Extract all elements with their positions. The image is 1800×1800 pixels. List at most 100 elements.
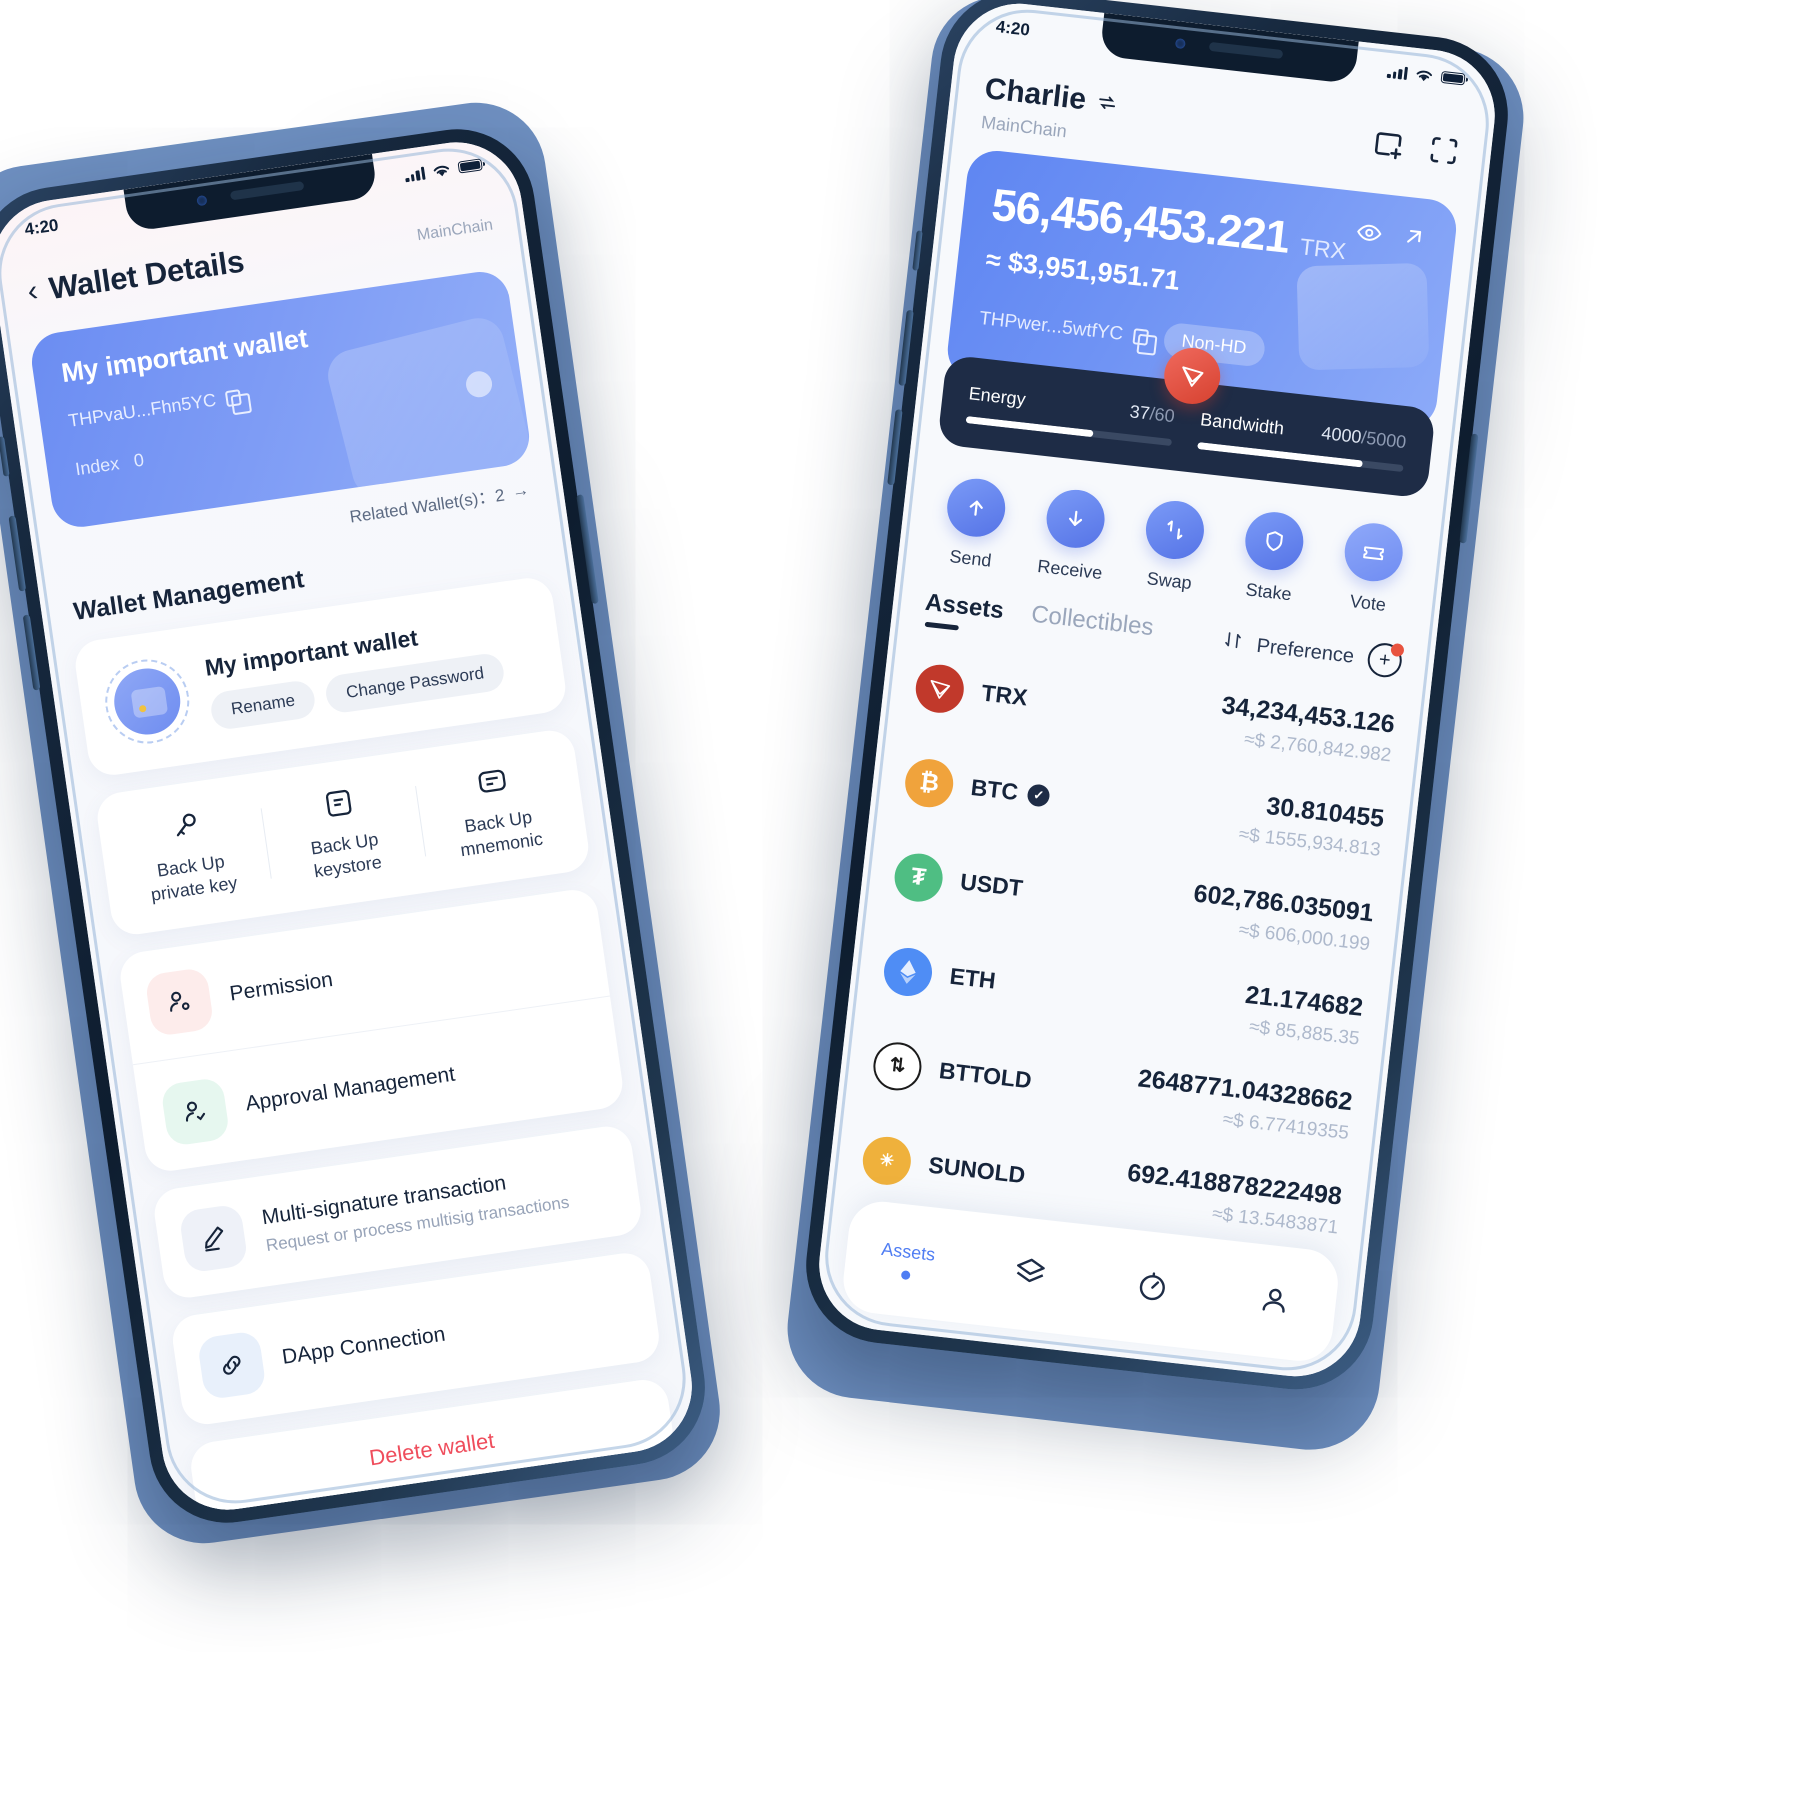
asset-symbol-text: USDT — [959, 868, 1025, 902]
tabbar-item-explore[interactable] — [1089, 1262, 1216, 1314]
energy-resource[interactable]: Energy 37/60 — [965, 383, 1176, 447]
tabbar-item-layers[interactable] — [966, 1248, 1093, 1300]
asset-values: 30.810455 ≈$ 1555,934.813 — [1238, 789, 1386, 862]
battery-icon — [1440, 70, 1466, 86]
balance-unit: TRX — [1298, 233, 1348, 265]
multisig-text: Multi-signature transaction Request or p… — [260, 1163, 570, 1256]
verified-badge-icon: ✓ — [1026, 782, 1052, 808]
account-name: Charlie — [983, 72, 1088, 117]
swap-action[interactable]: Swap — [1118, 496, 1228, 598]
account-block[interactable]: Charlie MainChain — [980, 72, 1120, 148]
rename-button[interactable]: Rename — [208, 678, 318, 731]
asset-symbol-text: TRX — [980, 679, 1029, 711]
asset-symbol: BTC ✓ — [969, 773, 1052, 810]
avatar-ring — [99, 653, 195, 750]
scan-qr-icon[interactable] — [1425, 132, 1463, 170]
bittorrent-icon: ⇅ — [870, 1039, 925, 1093]
bitcoin-icon: ₿ — [902, 756, 956, 810]
energy-max: 60 — [1153, 404, 1176, 427]
add-token-icon[interactable]: + — [1365, 641, 1405, 679]
wallet-index-value: 0 — [132, 449, 146, 471]
asset-symbol-text: BTC — [969, 773, 1020, 806]
copy-icon[interactable] — [1132, 327, 1149, 346]
sort-arrows-icon[interactable] — [1221, 629, 1244, 657]
bandwidth-max: 5000 — [1365, 427, 1408, 453]
asset-list: TRX 34,234,453.126 ≈$ 2,760,842.982 ₿ BT… — [826, 625, 1431, 1262]
related-wallets-label: Related Wallet(s)：2 — [348, 485, 506, 527]
earpiece-speaker — [230, 180, 305, 201]
phone-right-device: 4:20 Charlie MainChain 56,456,453.221 TR… — [797, 0, 1517, 1398]
wallet-address: THPvaU...Fhn5YC — [66, 389, 218, 431]
avatar — [109, 664, 185, 739]
backup-private-key-button[interactable]: Back Up private key — [105, 795, 272, 911]
wifi-icon — [433, 165, 449, 176]
bandwidth-resource[interactable]: Bandwidth 4000/5000 — [1197, 409, 1408, 473]
shield-icon — [1242, 509, 1307, 574]
signal-icon — [404, 166, 426, 182]
send-action[interactable]: Send — [920, 473, 1030, 575]
backup-private-key-label: Back Up private key — [149, 851, 239, 905]
preference-label[interactable]: Preference — [1255, 634, 1356, 668]
vote-label: Vote — [1348, 591, 1388, 615]
backup-mnemonic-button[interactable]: Back Up mnemonic — [413, 750, 580, 866]
tabbar-item-profile[interactable] — [1211, 1276, 1338, 1328]
add-wallet-icon[interactable] — [1369, 126, 1407, 164]
status-indicators — [404, 157, 483, 183]
chevron-left-icon[interactable]: ‹ — [25, 274, 40, 308]
keystore-file-icon — [265, 773, 413, 833]
vote-action[interactable]: Vote — [1317, 518, 1427, 620]
phone-left-screen-container: 4:20 ‹ Wallet Details MainChain My impor… — [0, 133, 701, 1519]
copy-icon[interactable] — [224, 388, 242, 407]
permission-user-icon — [144, 966, 215, 1038]
asset-values: 602,786.035091 ≈$ 606,000.199 — [1189, 879, 1375, 956]
front-camera-icon — [196, 194, 208, 206]
tron-logo-icon — [913, 661, 967, 715]
tabbar-assets-label: Assets — [880, 1238, 937, 1265]
stake-label: Stake — [1244, 579, 1293, 605]
wallet-illustration — [1296, 262, 1430, 371]
asset-symbol-text: ETH — [948, 962, 998, 994]
active-indicator-dot — [900, 1270, 911, 1281]
switch-account-icon[interactable] — [1095, 91, 1119, 115]
receive-action[interactable]: Receive — [1019, 484, 1129, 586]
ethereum-icon — [881, 944, 935, 999]
asset-symbol-text: SUNOLD — [927, 1151, 1027, 1189]
front-camera-icon — [1174, 37, 1186, 49]
asset-symbol: USDT — [959, 868, 1024, 902]
wallet-identity-text: My important wallet Rename Change Passwo… — [203, 612, 507, 731]
header-icons — [1369, 116, 1463, 170]
tab-assets[interactable]: Assets — [922, 589, 1005, 638]
arrow-up-icon — [944, 475, 1009, 540]
signal-icon — [1386, 64, 1409, 80]
mnemonic-list-icon — [419, 751, 567, 811]
backup-mnemonic-label: Back Up mnemonic — [458, 806, 545, 860]
delete-wallet-button[interactable]: Delete wallet — [368, 1428, 496, 1471]
stake-action[interactable]: Stake — [1218, 507, 1328, 609]
permission-card: Permission Approval Management — [117, 886, 626, 1175]
phone-left-device: 4:20 ‹ Wallet Details MainChain My impor… — [0, 118, 716, 1534]
tabbar-item-assets[interactable]: Assets — [844, 1235, 970, 1286]
asset-symbol-text: BTTOLD — [937, 1057, 1033, 1094]
change-password-button[interactable]: Change Password — [323, 651, 507, 715]
bandwidth-current: 4000 — [1320, 422, 1363, 448]
energy-current: 37 — [1128, 401, 1151, 424]
account-address-row[interactable]: THPwer...5wtfYC — [978, 307, 1149, 348]
eye-icon[interactable] — [1354, 217, 1385, 248]
asset-values: 2648771.04328662 ≈$ 6.77419355 — [1133, 1064, 1354, 1145]
arrow-down-icon — [1043, 486, 1108, 551]
wallet-index-label: Index — [73, 453, 121, 480]
bandwidth-label: Bandwidth — [1199, 409, 1286, 439]
wifi-icon — [1416, 70, 1433, 81]
asset-symbol: SUNOLD — [927, 1151, 1027, 1190]
sun-token-icon: ☀ — [860, 1133, 914, 1187]
link-icon — [196, 1330, 267, 1401]
arrow-up-right-icon[interactable] — [1400, 222, 1429, 251]
asset-symbol: ETH — [948, 963, 997, 995]
backup-keystore-button[interactable]: Back Up keystore — [259, 772, 426, 888]
asset-values: 692.418878222498 ≈$ 13.5483871 — [1123, 1159, 1343, 1240]
ticket-icon — [1341, 520, 1406, 585]
asset-amount: 21.174682 — [1243, 980, 1365, 1022]
send-label: Send — [948, 546, 993, 571]
asset-symbol: BTTOLD — [938, 1057, 1033, 1094]
wallet-details-screen: 4:20 ‹ Wallet Details MainChain My impor… — [0, 133, 701, 1519]
